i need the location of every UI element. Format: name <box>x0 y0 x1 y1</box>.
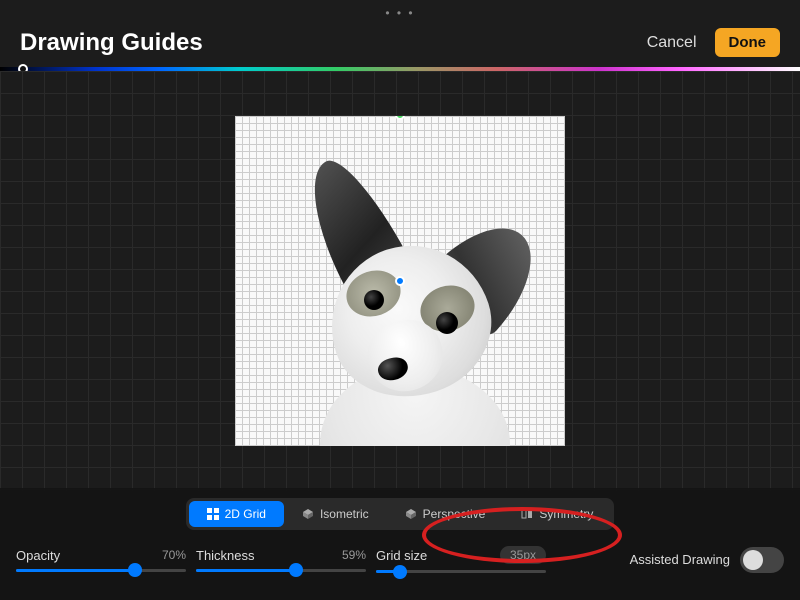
bottom-panel: 2D Grid Isometric Perspective Symmetry O… <box>0 488 800 600</box>
tab-symmetry[interactable]: Symmetry <box>503 501 611 527</box>
controls-row: Opacity 70% Thickness 59% Grid size 35px <box>16 546 784 573</box>
gridsize-label: Grid size <box>376 548 427 563</box>
opacity-control: Opacity 70% <box>16 548 186 572</box>
gridsize-value[interactable]: 35px <box>500 546 546 564</box>
assisted-drawing-control: Assisted Drawing <box>630 547 784 573</box>
opacity-label: Opacity <box>16 548 60 563</box>
symmetry-icon <box>521 508 533 520</box>
canvas[interactable] <box>235 116 565 446</box>
cube-icon <box>405 508 417 520</box>
tab-isometric[interactable]: Isometric <box>284 501 387 527</box>
center-handle[interactable] <box>395 276 405 286</box>
thickness-slider[interactable] <box>196 569 366 572</box>
tab-2d-grid[interactable]: 2D Grid <box>189 501 284 527</box>
assisted-label: Assisted Drawing <box>630 552 730 567</box>
tab-label: Isometric <box>320 507 369 521</box>
opacity-slider[interactable] <box>16 569 186 572</box>
tab-label: 2D Grid <box>225 507 266 521</box>
gridsize-slider[interactable] <box>376 570 546 573</box>
gridsize-control: Grid size 35px <box>376 546 546 573</box>
toggle-knob <box>743 550 763 570</box>
cancel-button[interactable]: Cancel <box>647 34 697 52</box>
canvas-artwork <box>260 166 540 446</box>
tab-label: Symmetry <box>539 507 593 521</box>
guide-type-tabs: 2D Grid Isometric Perspective Symmetry <box>186 498 615 530</box>
thickness-label: Thickness <box>196 548 255 563</box>
header-actions: Cancel Done <box>647 28 780 57</box>
tab-label: Perspective <box>423 507 486 521</box>
done-button[interactable]: Done <box>715 28 781 57</box>
page-title: Drawing Guides <box>20 29 203 57</box>
drag-indicator-icon: • • • <box>385 6 414 20</box>
cube-icon <box>302 508 314 520</box>
assisted-toggle[interactable] <box>740 547 784 573</box>
tab-perspective[interactable]: Perspective <box>387 501 504 527</box>
rotation-handle[interactable] <box>395 116 405 120</box>
thickness-value: 59% <box>342 548 366 562</box>
opacity-value: 70% <box>162 548 186 562</box>
grid-icon <box>207 508 219 520</box>
workspace <box>0 71 800 491</box>
thickness-control: Thickness 59% <box>196 548 366 572</box>
